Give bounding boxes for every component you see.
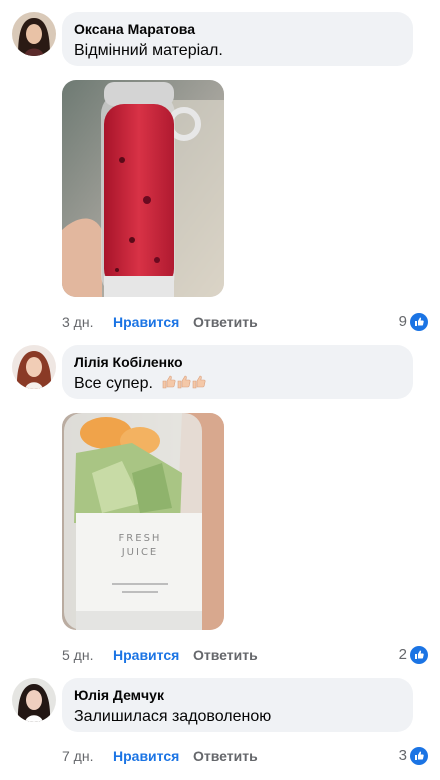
comment-author[interactable]: Лілія Кобіленко — [74, 353, 401, 371]
reply-button[interactable]: Ответить — [193, 311, 258, 333]
thumbs-up-icon — [193, 375, 206, 389]
comment-actions: 3 дн. Нравится Ответить 9 — [62, 311, 428, 333]
comment-text-body: Все супер. — [74, 375, 153, 392]
thumbs-up-icon — [163, 375, 176, 389]
avatar[interactable] — [12, 345, 56, 389]
comment-actions: 5 дн. Нравится Ответить 2 — [62, 644, 428, 666]
reply-button[interactable]: Ответить — [193, 644, 258, 666]
comment-author[interactable]: Оксана Маратова — [74, 20, 401, 38]
comment-bubble: Юлія Демчук Залишилася задоволеною — [62, 678, 413, 732]
like-button[interactable]: Нравится — [113, 311, 179, 333]
like-button[interactable]: Нравится — [113, 644, 179, 666]
like-reaction-icon — [410, 313, 428, 331]
logo-line-2: JUICE — [121, 547, 159, 558]
comment-author[interactable]: Юлія Демчук — [74, 686, 401, 704]
logo-line-1: FRESH — [119, 533, 162, 544]
comment-text: Відмінний матеріал. — [74, 42, 223, 59]
avatar[interactable] — [12, 12, 56, 56]
reaction-summary[interactable]: 9 — [399, 311, 428, 333]
comment-timestamp[interactable]: 3 дн. — [62, 311, 93, 333]
reaction-count: 2 — [398, 646, 407, 663]
avatar[interactable] — [12, 678, 56, 722]
comment-photo[interactable]: FRESH JUICE — [62, 413, 224, 630]
reply-button[interactable]: Ответить — [193, 745, 258, 767]
comment-photo[interactable] — [62, 80, 224, 297]
comment-timestamp[interactable]: 7 дн. — [62, 745, 93, 767]
reaction-summary[interactable]: 3 — [399, 745, 428, 767]
reaction-summary[interactable]: 2 — [399, 644, 428, 666]
like-reaction-icon — [410, 747, 428, 765]
like-reaction-icon — [410, 646, 428, 664]
comment-actions: 7 дн. Нравится Ответить 3 — [62, 745, 428, 767]
comment-timestamp[interactable]: 5 дн. — [62, 644, 93, 666]
thumbs-up-icon — [178, 375, 191, 389]
comment-bubble: Лілія Кобіленко Все супер. — [62, 345, 413, 399]
like-button[interactable]: Нравится — [113, 745, 179, 767]
comment-text: Все супер. — [74, 373, 401, 394]
comment-bubble: Оксана Маратова Відмінний матеріал. — [62, 12, 413, 66]
comment-text: Залишилася задоволеною — [74, 708, 272, 725]
reaction-count: 9 — [398, 313, 407, 330]
reaction-count: 3 — [398, 747, 407, 764]
